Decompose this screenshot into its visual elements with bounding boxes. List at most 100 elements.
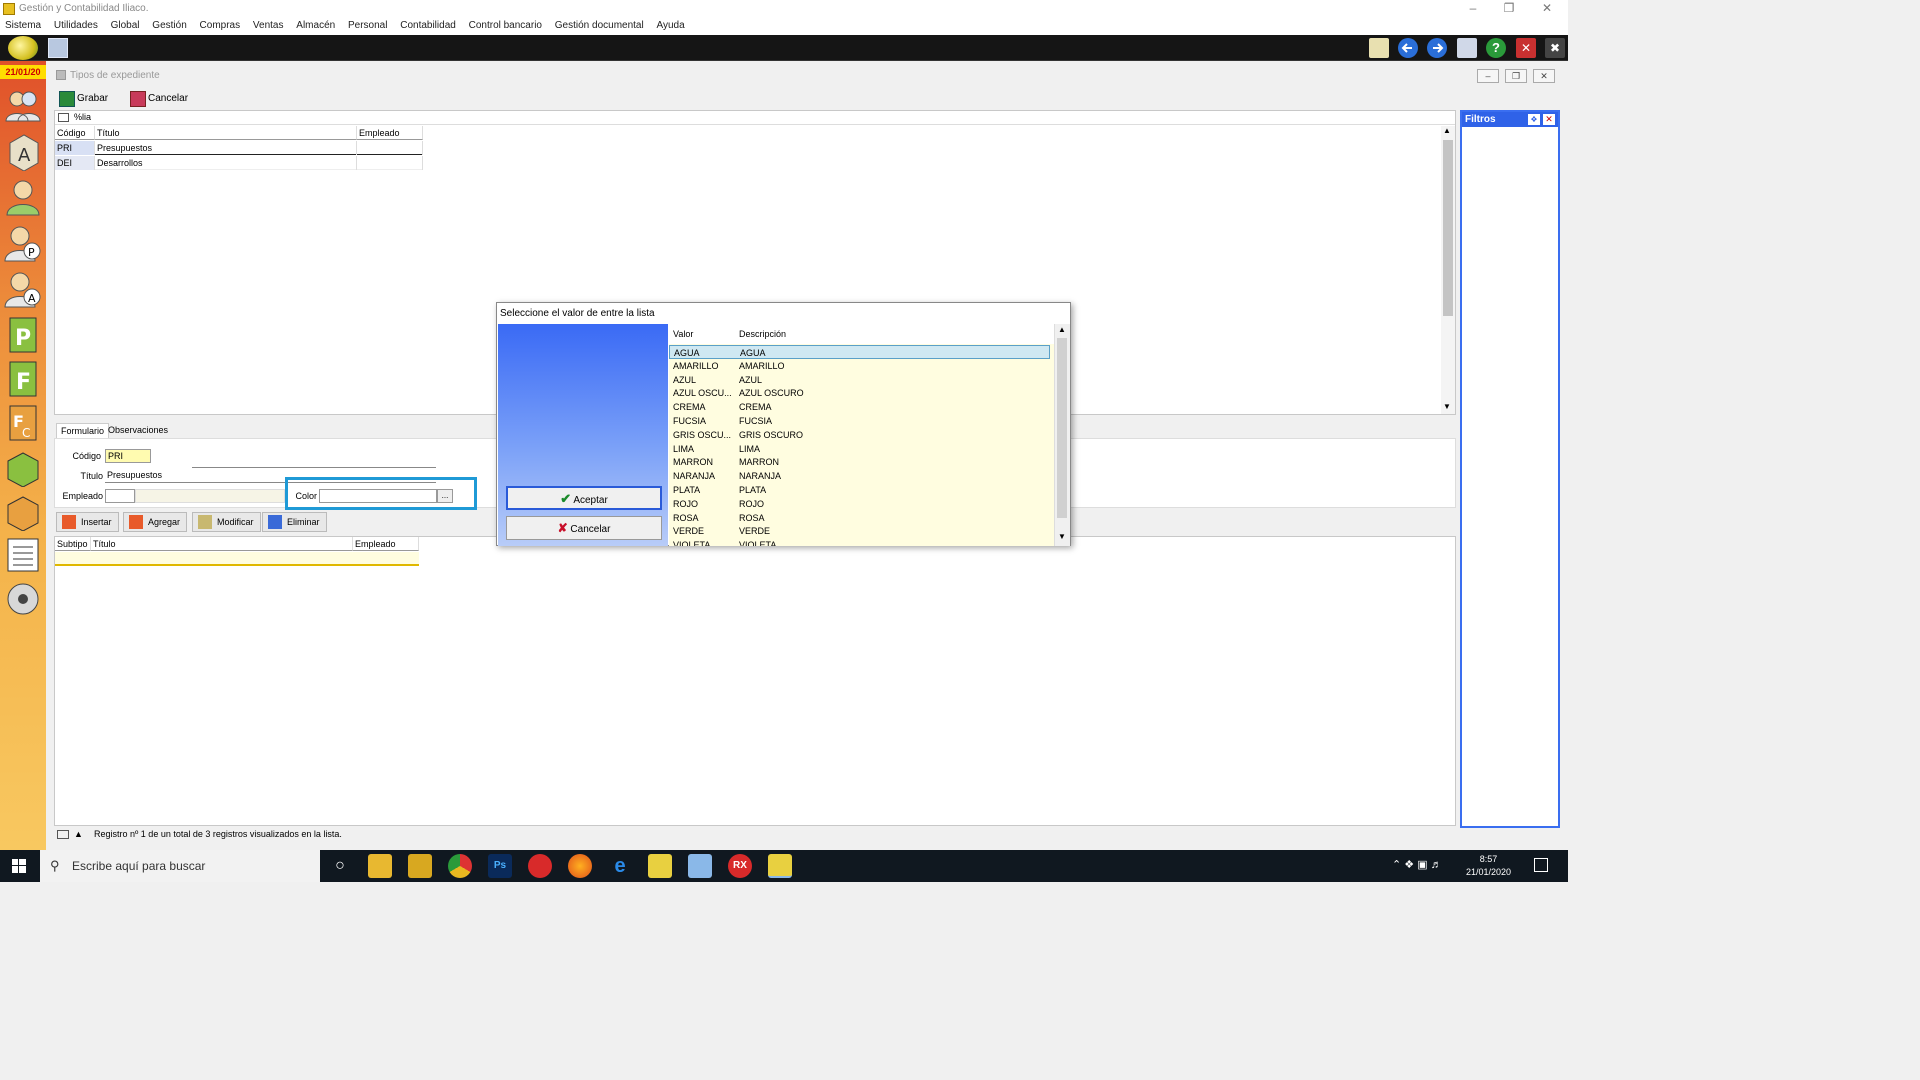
list-item[interactable]: CREMA CREMA [669,400,1050,414]
contacts-icon[interactable] [4,85,42,125]
menu-gestion-documental[interactable]: Gestión documental [550,18,649,33]
list-item[interactable]: NARANJA NARANJA [669,469,1050,483]
code-field[interactable]: PRI [105,449,151,463]
list-item[interactable]: VERDE VERDE [669,524,1050,538]
column-header-code[interactable]: Código [55,126,95,140]
scroll-thumb[interactable] [1443,140,1453,316]
settings-icon[interactable] [4,579,42,619]
orders-icon[interactable] [4,491,42,531]
network-icon[interactable]: ▣ [1417,859,1427,871]
volume-icon[interactable]: ♬ [1431,859,1442,871]
task-view-icon[interactable]: ○ [328,854,352,878]
app-yellow-icon[interactable] [648,854,672,878]
menu-personal[interactable]: Personal [343,18,392,33]
insert-button[interactable]: Insertar [56,512,119,532]
dialog-cancel-button[interactable]: ✘ Cancelar [506,516,662,540]
menu-ventas[interactable]: Ventas [248,18,289,33]
modify-button[interactable]: Modificar [192,512,261,532]
menu-global[interactable]: Global [106,18,145,33]
back-arrow-icon[interactable] [1398,38,1418,58]
list-item[interactable]: LIMA LIMA [669,442,1050,456]
menu-contabilidad[interactable]: Contabilidad [395,18,461,33]
employee-code-field[interactable] [105,489,135,503]
list-item[interactable]: AMARILLO AMARILLO [669,359,1050,373]
providers-icon[interactable]: P [4,223,42,263]
add-button[interactable]: Agregar [123,512,188,532]
windows-start-icon[interactable] [12,859,26,873]
list-item[interactable]: PLATA PLATA [669,483,1050,497]
accept-button[interactable]: ✔ Aceptar [506,486,662,510]
window-close-button[interactable]: ✕ [1533,69,1555,83]
menu-sistema[interactable]: Sistema [0,18,46,33]
exit-icon[interactable]: ✖ [1545,38,1565,58]
menu-utilidades[interactable]: Utilidades [49,18,103,33]
color-field[interactable] [319,489,437,503]
accounting-icon[interactable] [4,535,42,575]
rx-icon[interactable]: RX [728,854,752,878]
chrome-icon[interactable] [448,854,472,878]
filters-pin-icon[interactable]: ❖ [1528,114,1540,125]
collapse-up-icon[interactable]: ▲ [74,827,83,842]
photoshop-icon[interactable]: Ps [488,854,512,878]
scroll-up-icon[interactable]: ▲ [1058,325,1066,334]
new-row-placeholder[interactable] [55,552,419,566]
forward-arrow-icon[interactable] [1427,38,1447,58]
list-item[interactable]: MARRON MARRON [669,455,1050,469]
window-minimize-button[interactable]: – [1477,69,1499,83]
table-row[interactable]: PRI Presupuestos [55,141,423,155]
taskbar-clock[interactable]: 8:57 21/01/2020 [1466,853,1511,879]
windows-list-icon[interactable] [1457,38,1477,58]
column-header-value[interactable]: Valor [673,324,693,344]
list-item[interactable]: ROJO ROJO [669,497,1050,511]
cancel-button[interactable]: Cancelar [130,90,188,108]
column-header-employee[interactable]: Empleado [353,537,419,551]
menu-almacen[interactable]: Almacén [291,18,340,33]
menu-control-bancario[interactable]: Control bancario [464,18,547,33]
color-picker-button[interactable]: ... [437,489,453,503]
column-header-title[interactable]: Título [95,126,357,140]
notifications-icon[interactable] [1534,858,1548,872]
tab-observaciones[interactable]: Observaciones [104,423,172,438]
invoices-icon[interactable]: F [4,359,42,399]
close-app-icon[interactable]: ✕ [1516,38,1536,58]
top-grid-scrollbar[interactable]: ▲ ▼ [1441,126,1455,414]
scroll-down-icon[interactable]: ▼ [1058,532,1066,541]
warehouse-icon[interactable] [4,447,42,487]
column-header-employee[interactable]: Empleado [357,126,423,140]
folder-icon[interactable] [408,854,432,878]
home-orb-icon[interactable] [8,36,38,60]
notes-icon[interactable] [48,38,68,58]
grid-icon[interactable] [57,830,69,839]
purchase-invoices-icon[interactable]: FC [4,403,42,443]
app-blue-icon[interactable] [688,854,712,878]
list-item[interactable]: ROSA ROSA [669,511,1050,525]
list-item[interactable]: AZUL AZUL [669,373,1050,387]
filter-text[interactable]: %lia [74,112,91,122]
list-item[interactable]: AGUA AGUA [669,345,1050,359]
tab-formulario[interactable]: Formulario [56,423,110,438]
app-red-icon[interactable] [528,854,552,878]
help-icon[interactable]: ? [1486,38,1506,58]
list-item[interactable]: VIOLETA VIOLETA [669,538,1050,546]
customers-icon[interactable] [4,177,42,217]
list-item[interactable]: AZUL OSCU... AZUL OSCURO [669,386,1050,400]
values-list-scrollbar[interactable]: ▲ ▼ [1054,324,1070,546]
file-explorer-icon[interactable] [368,854,392,878]
scroll-up-icon[interactable]: ▲ [1443,126,1451,135]
articles-icon[interactable]: A [4,131,42,171]
gestion-app-icon[interactable] [768,854,792,878]
filters-close-icon[interactable]: ✕ [1543,114,1555,125]
scroll-down-icon[interactable]: ▼ [1443,402,1451,411]
save-button[interactable]: Grabar [59,90,108,108]
window-restore-button[interactable]: ❐ [1505,69,1527,83]
restore-window-button[interactable]: ❐ [1492,1,1526,17]
close-window-button[interactable]: ✕ [1530,1,1564,17]
edge-icon[interactable]: e [608,854,632,878]
minimize-window-button[interactable]: – [1456,1,1490,17]
dropbox-icon[interactable]: ❖ [1404,859,1414,871]
mail-icon[interactable] [1369,38,1389,58]
column-header-title[interactable]: Título [91,537,353,551]
menu-compras[interactable]: Compras [195,18,246,33]
column-header-description[interactable]: Descripción [739,324,786,344]
list-item[interactable]: FUCSIA FUCSIA [669,414,1050,428]
